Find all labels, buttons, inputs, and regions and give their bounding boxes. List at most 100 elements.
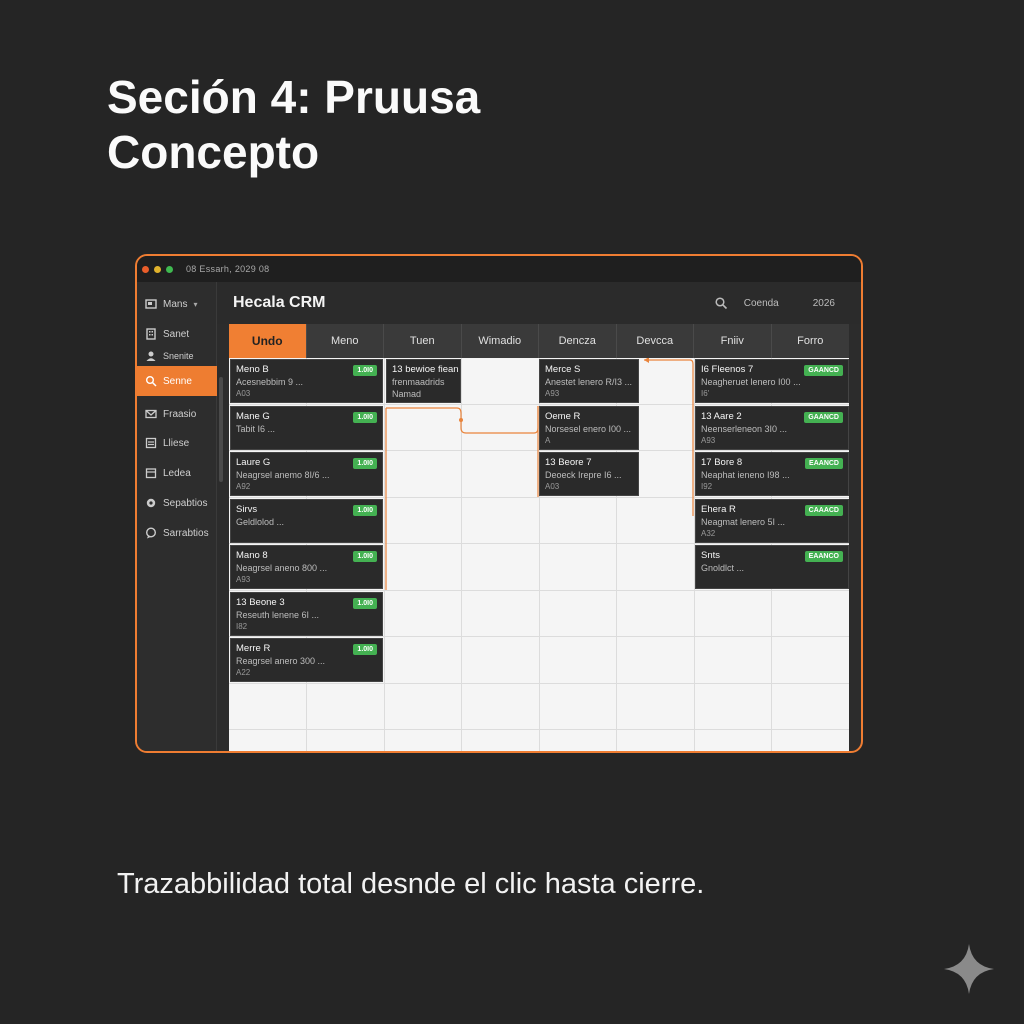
status-badge: 1.0I0 [353,458,377,469]
status-badge: 1.0I0 [353,412,377,423]
deal-desc: Neagheruet lenero I00 ... [701,377,801,387]
status-badge: GAANCD [804,412,843,423]
tab-tuen[interactable]: Tuen [384,324,462,358]
status-badge: GAANCD [804,365,843,376]
tab-fniiv[interactable]: Fniiv [694,324,772,358]
deal-desc: Reseuth lenene 6I ... [236,610,320,620]
deal-desc: Deoeck Irepre I6 ... [545,470,622,480]
deal-desc: Neaphat ieneno I98 ... [701,470,790,480]
sidebar-item-label: Mans [163,298,188,310]
deal-code: I92 [701,482,713,491]
deal-card[interactable]: Mane G Tabit I6 ... 1.0I0 [230,406,383,450]
slide-title-line1: Seción 4: Pruusa [107,71,481,123]
deal-title: Merce S [545,364,581,375]
sidebar-item-snenite[interactable]: Snenite [137,346,217,366]
list-icon [145,437,157,449]
sidebar-item-senne[interactable]: Senne [137,366,217,396]
deal-card[interactable]: I6 Fleenos 7 Neagheruet lenero I00 ... I… [695,359,849,403]
deal-desc: Neenserleneon 3I0 ... [701,424,788,434]
tab-dencza[interactable]: Dencza [539,324,617,358]
deal-card[interactable]: Oeme R Norsesel enero I00 ... A [539,406,639,450]
deal-card[interactable]: Merce S Anestet lenero R/I3 ... A93 [539,359,639,403]
gear-icon [145,497,157,509]
deal-card[interactable]: Sirvs Geldlolod ... 1.0I0 [230,499,383,543]
deal-code: A93 [701,436,716,445]
status-badge: 1.0I0 [353,365,377,376]
deal-code: A03 [545,482,560,491]
sidebar-item-mans[interactable]: Mans ▾ [137,290,217,318]
sidebar-item-ledea[interactable]: Ledea [137,459,217,487]
board-cells: Meno B Acesnebbim 9 ... A03 1.0I0 Mane G… [229,358,849,751]
deal-desc: Reagrsel anero 300 ... [236,656,326,666]
deal-code: A93 [545,389,560,398]
status-badge: CAAACD [804,505,843,516]
calendar-icon [145,467,157,479]
deal-card[interactable]: 13 bewioe fiean frenmaadrids Namad [386,359,461,403]
sidebar-item-label: Sepabtios [163,497,208,509]
deal-desc: Anestet lenero R/I3 ... [545,377,633,387]
sidebar-item-label: Senne [163,375,192,387]
sidebar-item-sarrabtios[interactable]: Sarrabtios [137,519,217,547]
deal-card[interactable]: 17 Bore 8 Neaphat ieneno I98 ... I92 EAA… [695,452,849,496]
status-badge: EAANCD [805,458,843,469]
sidebar-scrollbar[interactable] [219,377,223,482]
status-badge: 1.0I0 [353,505,377,516]
tab-wimadio[interactable]: Wimadio [462,324,539,358]
close-dot[interactable] [142,265,149,273]
deal-card[interactable]: Mano 8 Neagrsel aneno 800 ... A93 1.0I0 [230,545,383,589]
tab-undo[interactable]: Undo [229,324,307,358]
minimize-dot[interactable] [154,265,161,273]
app-title: Hecala CRM [233,294,326,311]
sparkle-icon [944,944,994,994]
deal-card[interactable]: Snts Gnoldlct ... EAANCO [695,545,849,589]
deal-code: I6' [701,389,710,398]
tab-devcca[interactable]: Devcca [617,324,694,358]
sidebar-item-label: Sarrabtios [163,527,209,539]
sidebar-item-lliese[interactable]: Lliese [137,429,217,457]
window-title-text: 08 Essarh, 2029 08 [186,264,270,274]
deal-card[interactable]: Meno B Acesnebbim 9 ... A03 1.0I0 [230,359,383,403]
sidebar-item-label: Fraasio [163,408,197,420]
deal-code: A93 [236,575,251,584]
deal-card[interactable]: Ehera R Neagmat lenero 5I ... A32 CAAACD [695,499,849,543]
deal-code: A32 [701,529,716,538]
deal-desc: Gnoldlct ... [701,563,745,573]
chevron-down-icon: ▾ [193,299,198,309]
deal-code: I82 [236,622,248,631]
pipeline-tabs: Undo Meno Tuen Wimadio Dencza Devcca Fni… [229,324,849,358]
deal-card[interactable]: 13 Aare 2 Neenserleneon 3I0 ... A93 GAAN… [695,406,849,450]
deal-card[interactable]: 13 Beone 3 Reseuth lenene 6I ... I82 1.0… [230,592,383,636]
window-titlebar: 08 Essarh, 2029 08 [137,256,861,282]
deal-desc: Neagrsel anemo 8I/6 ... [236,470,330,480]
status-badge: 1.0I0 [353,551,377,562]
deal-code: Namad [392,389,422,399]
deal-card[interactable]: 13 Beore 7 Deoeck Irepre I6 ... A03 [539,452,639,496]
deal-card[interactable]: Laure G Neagrsel anemo 8I/6 ... A92 1.0I… [230,452,383,496]
maximize-dot[interactable] [166,265,173,273]
deal-card[interactable]: Merre R Reagrsel anero 300 ... A22 1.0I0 [230,638,383,682]
header-link[interactable]: Coenda [744,298,779,309]
header-year: 2026 [812,297,835,309]
search-icon[interactable] [714,296,728,310]
sidebar-item-label: Ledea [163,467,191,479]
pipeline-board: Undo Meno Tuen Wimadio Dencza Devcca Fni… [229,324,849,751]
chat-icon [145,527,157,539]
deal-desc: Neagmat lenero 5I ... [701,517,786,527]
header-right: Coenda 2026 [714,296,835,310]
status-badge: 1.0I0 [353,598,377,609]
tab-forro[interactable]: Forro [772,324,850,358]
sidebar: Mans ▾ Sanet Snenite Senne Fraasio Llies… [137,282,223,751]
sidebar-item-fraasio[interactable]: Fraasio [137,400,217,428]
deal-code: A03 [236,389,251,398]
deal-desc: Norsesel enero I00 ... [545,424,632,434]
status-badge: EAANCO [804,551,843,562]
tab-meno[interactable]: Meno [307,324,384,358]
slide-caption: Trazabbilidad total desnde el clic hasta… [117,868,705,900]
app-window: 08 Essarh, 2029 08 Mans ▾ Sanet Snenite … [135,254,863,753]
sidebar-item-sepabtios[interactable]: Sepabtios [137,489,217,517]
deal-title: 13 bewioe fiean [392,364,459,375]
sidebar-item-label: Sanet [163,328,190,340]
mail-icon [145,408,157,420]
deal-desc: frenmaadrids [392,377,445,387]
sidebar-item-sanet[interactable]: Sanet [137,320,217,348]
